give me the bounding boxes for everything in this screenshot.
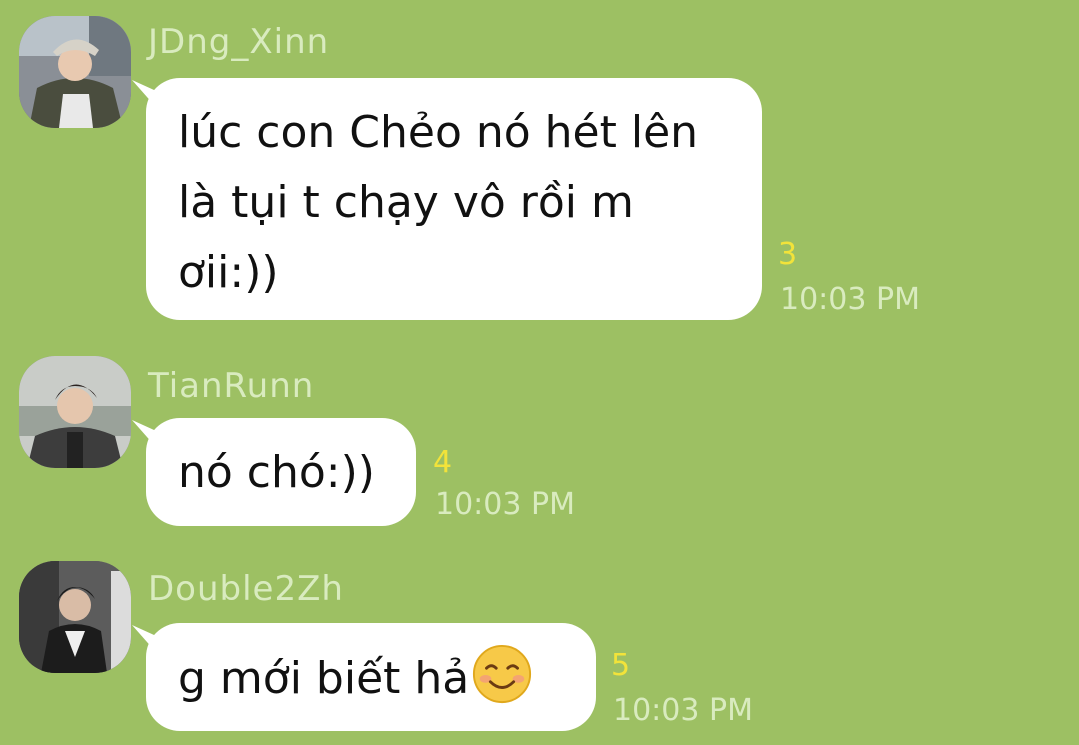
avatar[interactable] bbox=[19, 16, 131, 128]
sender-name[interactable]: TianRunn bbox=[148, 366, 314, 406]
sender-name[interactable]: JDng_Xinn bbox=[148, 22, 329, 62]
message-time: 10:03 PM bbox=[613, 693, 753, 728]
avatar-photo-icon bbox=[19, 561, 131, 673]
message-time: 10:03 PM bbox=[780, 282, 920, 317]
message-text: g mới biết hả bbox=[178, 653, 470, 704]
read-count: 3 bbox=[778, 237, 798, 272]
message-text-line: lúc con Chẻo nó hét lên bbox=[178, 107, 699, 158]
read-count: 4 bbox=[433, 445, 453, 480]
message-text-line: ơii:)) bbox=[178, 247, 279, 298]
read-count: 5 bbox=[611, 648, 631, 683]
avatar-photo-icon bbox=[19, 356, 131, 468]
message-bubble[interactable]: lúc con Chẻo nó hét lên là tụi t chạy vô… bbox=[146, 78, 762, 320]
avatar-photo-icon bbox=[19, 16, 131, 128]
avatar[interactable] bbox=[19, 561, 131, 673]
message-bubble[interactable]: g mới biết hả bbox=[146, 623, 596, 731]
message-text-line: nó chó:)) bbox=[178, 447, 375, 498]
message-bubble[interactable]: nó chó:)) bbox=[146, 418, 416, 526]
message-text-line: là tụi t chạy vô rồi m bbox=[178, 177, 634, 228]
message-item: TianRunn nó chó:)) 4 10:03 PM bbox=[0, 350, 1079, 530]
chat-area: JDng_Xinn lúc con Chẻo nó hét lên là tụi… bbox=[0, 0, 1079, 745]
sender-name[interactable]: Double2Zh bbox=[148, 569, 344, 609]
smiling-face-icon bbox=[473, 644, 532, 704]
avatar[interactable] bbox=[19, 356, 131, 468]
message-item: JDng_Xinn lúc con Chẻo nó hét lên là tụi… bbox=[0, 0, 1079, 330]
message-text-line: g mới biết hả bbox=[178, 643, 564, 714]
message-item: Double2Zh g mới biết hả 5 10:03 PM bbox=[0, 555, 1079, 745]
message-time: 10:03 PM bbox=[435, 487, 575, 522]
